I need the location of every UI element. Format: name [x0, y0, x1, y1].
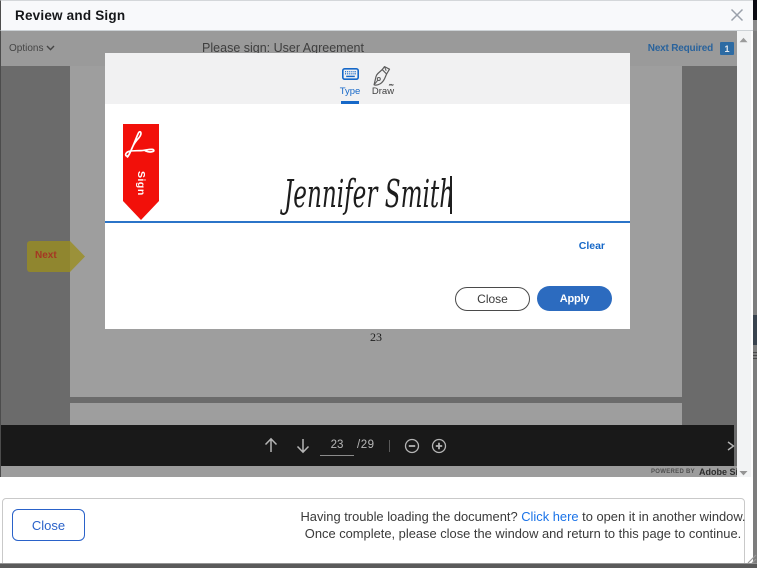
options-label: Options	[9, 43, 43, 54]
chevron-down-icon	[46, 45, 55, 51]
window-right-edge-detail	[753, 315, 757, 345]
tab-draw-label: Draw	[372, 86, 394, 97]
complete-text: Once complete, please close the window a…	[305, 526, 741, 541]
next-tab-label: Next	[35, 250, 57, 261]
page-total-label: /29	[357, 439, 375, 451]
scrollbar[interactable]	[737, 31, 751, 477]
window-right-edge-dashes	[753, 352, 757, 361]
pdf-toolbar: 23 /29	[1, 425, 734, 466]
dialog-close-button[interactable]: Close	[455, 287, 530, 311]
footer-close-button[interactable]: Close	[12, 509, 85, 541]
zoom-out-icon[interactable]	[404, 438, 420, 454]
chevron-right-icon[interactable]	[726, 441, 735, 451]
window-bottom-edge	[0, 563, 757, 568]
window-title-bar: Review and Sign	[0, 0, 757, 31]
apply-button[interactable]: Apply	[537, 286, 612, 311]
window-title: Review and Sign	[15, 8, 125, 23]
page-number-input[interactable]: 23	[320, 435, 354, 456]
page-up-icon[interactable]	[263, 437, 279, 454]
pen-icon	[371, 64, 395, 87]
sign-ribbon-label: Sign	[123, 163, 159, 203]
signature-text[interactable]: Jennifer Smith	[284, 172, 454, 217]
zoom-in-icon[interactable]	[431, 438, 447, 454]
tab-type-active-underline	[341, 101, 359, 104]
options-menu-button[interactable]: Options	[9, 40, 55, 56]
footer-help-text: Having trouble loading the document? Cli…	[300, 509, 746, 542]
scroll-up-icon[interactable]	[737, 34, 752, 46]
trouble-text: Having trouble loading the document?	[300, 509, 517, 524]
page-number-text: 23	[70, 330, 682, 345]
next-required-button[interactable]: Next Required 1	[648, 42, 734, 55]
tab-type-label: Type	[340, 86, 361, 97]
page-down-icon[interactable]	[295, 437, 311, 454]
footer-area: Close Having trouble loading the documen…	[0, 477, 752, 563]
next-required-label: Next Required	[648, 43, 713, 54]
tab-type-icon-wrap	[342, 67, 359, 83]
powered-by-label: POWERED BY	[651, 469, 695, 475]
tab-type[interactable]: Type	[338, 53, 362, 104]
clear-link[interactable]: Clear	[579, 240, 605, 252]
window-right-edge	[753, 31, 757, 563]
trouble-text-after: to open it in another window.	[579, 509, 746, 524]
tab-draw-icon-wrap	[371, 67, 395, 83]
page-behind-corner-gray	[753, 20, 757, 31]
text-cursor	[450, 176, 452, 214]
keyboard-icon	[342, 68, 359, 80]
signature-baseline	[105, 221, 630, 223]
powered-by-strip: POWERED BY Adobe Si	[1, 466, 737, 477]
signature-dialog-header: Type Draw	[105, 53, 630, 104]
adobe-sign-brand: Adobe Si	[699, 467, 737, 477]
footer-panel: Close Having trouble loading the documen…	[2, 498, 745, 568]
page-behind-corner	[753, 0, 757, 20]
next-required-badge: 1	[720, 42, 734, 55]
tab-draw[interactable]: Draw	[368, 53, 398, 104]
click-here-link[interactable]: Click here	[521, 509, 578, 524]
toolbar-separator	[389, 440, 390, 452]
close-icon[interactable]	[727, 5, 747, 25]
next-field-tab[interactable]: Next	[26, 240, 86, 273]
signature-dialog: Type Draw Sign Jennifer Smith Clear Cl	[105, 53, 630, 329]
